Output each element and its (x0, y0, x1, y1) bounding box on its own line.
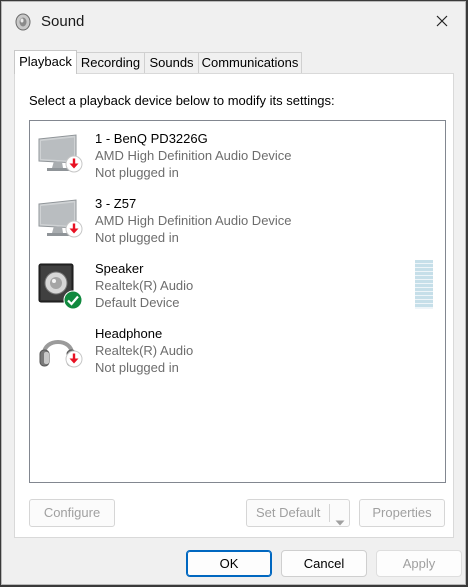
device-driver: AMD High Definition Audio Device (95, 213, 292, 228)
default-check-icon (63, 290, 83, 313)
device-status: Not plugged in (95, 230, 179, 245)
tab-communications[interactable]: Communications (198, 52, 302, 73)
device-text: Speaker Realtek(R) Audio Default Device (95, 260, 193, 311)
device-item[interactable]: 3 - Z57 AMD High Definition Audio Device… (36, 192, 416, 252)
device-text: Headphone Realtek(R) Audio Not plugged i… (95, 325, 193, 376)
apply-button[interactable]: Apply (376, 550, 462, 577)
close-icon (436, 15, 448, 30)
ok-button[interactable]: OK (186, 550, 272, 577)
device-text: 1 - BenQ PD3226G AMD High Definition Aud… (95, 130, 292, 181)
properties-button[interactable]: Properties (359, 499, 445, 527)
split-divider (329, 504, 330, 522)
device-name: Speaker (95, 261, 144, 276)
headphone-icon (36, 326, 84, 374)
set-default-button[interactable]: Set Default (246, 499, 350, 527)
tab-recording[interactable]: Recording (76, 52, 145, 73)
playback-panel: Select a playback device below to modify… (14, 73, 454, 538)
device-name: 3 - Z57 (95, 196, 137, 211)
title-bar[interactable]: Sound (2, 2, 465, 42)
tab-playback[interactable]: Playback (14, 50, 77, 74)
window-title: Sound (41, 13, 85, 30)
sound-dialog: Sound Playback Recording Sounds Communic… (1, 1, 466, 585)
unplugged-badge-icon (65, 220, 83, 241)
device-item[interactable]: Speaker Realtek(R) Audio Default Device (36, 257, 416, 317)
device-name: Headphone (95, 326, 163, 341)
unplugged-badge-icon (65, 350, 83, 371)
device-item[interactable]: Headphone Realtek(R) Audio Not plugged i… (36, 322, 416, 382)
cancel-button[interactable]: Cancel (281, 550, 367, 577)
volume-level-meter (415, 260, 433, 309)
unplugged-badge-icon (65, 155, 83, 176)
device-list[interactable]: 1 - BenQ PD3226G AMD High Definition Aud… (29, 120, 446, 483)
instruction-text: Select a playback device below to modify… (29, 93, 335, 108)
chevron-down-icon[interactable] (335, 510, 345, 536)
device-name: 1 - BenQ PD3226G (95, 131, 208, 146)
device-status: Not plugged in (95, 165, 179, 180)
tab-sounds[interactable]: Sounds (144, 52, 199, 73)
configure-button[interactable]: Configure (29, 499, 115, 527)
device-driver: Realtek(R) Audio (95, 278, 194, 293)
set-default-label: Set Default (256, 505, 321, 520)
monitor-icon (36, 131, 84, 179)
close-button[interactable] (419, 2, 465, 42)
speaker-app-icon (14, 13, 32, 31)
device-text: 3 - Z57 AMD High Definition Audio Device… (95, 195, 292, 246)
device-driver: Realtek(R) Audio (95, 343, 194, 358)
device-driver: AMD High Definition Audio Device (95, 148, 292, 163)
speaker-icon (36, 261, 84, 310)
device-item[interactable]: 1 - BenQ PD3226G AMD High Definition Aud… (36, 127, 416, 187)
device-status: Default Device (95, 295, 180, 310)
device-status: Not plugged in (95, 360, 179, 375)
monitor-icon (36, 196, 84, 244)
